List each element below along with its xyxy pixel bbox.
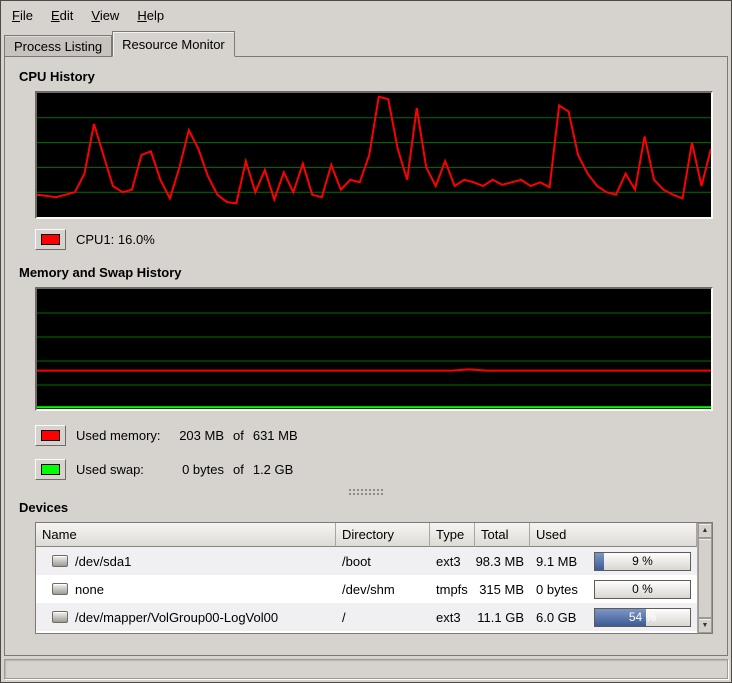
memory-color-swatch — [41, 430, 60, 441]
pane-resize-grip[interactable] — [349, 489, 383, 496]
table-row[interactable]: /dev/mapper/VolGroup00-LogVol00 / ext3 1… — [36, 603, 697, 631]
device-type: tmpfs — [430, 582, 475, 597]
cpu-history-chart — [35, 91, 713, 219]
disk-drive-icon — [52, 555, 68, 567]
tab-process-listing[interactable]: Process Listing — [4, 35, 112, 57]
menu-file[interactable]: File — [3, 4, 42, 27]
cpu-history-graph — [37, 93, 711, 217]
column-header-used[interactable]: Used — [530, 523, 697, 547]
devices-title: Devices — [19, 500, 715, 515]
disk-drive-icon — [52, 611, 68, 623]
memory-total-value: 631 MB — [253, 428, 298, 443]
devices-table-body: /dev/sda1 /boot ext3 98.3 MB 9.1 MB 9 % — [36, 547, 697, 633]
device-name: /dev/mapper/VolGroup00-LogVol00 — [75, 610, 278, 625]
column-header-directory[interactable]: Directory — [336, 523, 430, 547]
devices-table-header: Name Directory Type Total Used — [36, 523, 697, 547]
swap-color-button[interactable] — [35, 459, 66, 480]
cpu1-color-swatch — [41, 234, 60, 245]
progress-label: 54 % — [595, 609, 690, 626]
device-total: 315 MB — [475, 582, 530, 597]
menu-edit[interactable]: Edit — [42, 4, 82, 27]
table-row[interactable]: none /dev/shm tmpfs 315 MB 0 bytes 0 % — [36, 575, 697, 603]
progress-label: 9 % — [595, 553, 690, 570]
devices-table-main: Name Directory Type Total Used /dev/sda1… — [36, 523, 697, 633]
device-used: 9.1 MB — [536, 554, 594, 569]
menu-view[interactable]: View — [82, 4, 128, 27]
vertical-scrollbar[interactable]: ▲ ▼ — [697, 523, 712, 633]
column-header-type[interactable]: Type — [430, 523, 475, 547]
status-bar — [4, 659, 728, 679]
table-row[interactable]: /dev/sda1 /boot ext3 98.3 MB 9.1 MB 9 % — [36, 547, 697, 575]
menubar: File Edit View Help — [1, 1, 731, 29]
device-directory: /dev/shm — [336, 582, 430, 597]
device-type: ext3 — [430, 610, 475, 625]
disk-usage-progressbar: 54 % — [594, 608, 691, 627]
tab-resource-monitor[interactable]: Resource Monitor — [112, 31, 235, 57]
device-directory: /boot — [336, 554, 430, 569]
device-total: 98.3 MB — [475, 554, 530, 569]
memory-used-value: 203 MB — [172, 428, 224, 443]
resource-monitor-page: CPU History CPU1: 16.0% Memory and Swap … — [4, 56, 728, 656]
device-used: 0 bytes — [536, 582, 594, 597]
memory-color-button[interactable] — [35, 425, 66, 446]
device-directory: / — [336, 610, 430, 625]
memory-history-graph — [37, 289, 711, 409]
scroll-up-button[interactable]: ▲ — [698, 523, 712, 538]
progress-label: 0 % — [595, 581, 690, 598]
disk-usage-progressbar: 0 % — [594, 580, 691, 599]
scrollbar-thumb[interactable] — [698, 538, 712, 618]
swap-total-value: 1.2 GB — [253, 462, 293, 477]
swap-color-swatch — [41, 464, 60, 475]
memory-of-text: of — [233, 428, 244, 443]
column-header-name[interactable]: Name — [36, 523, 336, 547]
memory-legend-row: Used memory: 203 MB of 631 MB — [35, 421, 715, 449]
system-monitor-window: File Edit View Help Process Listing Reso… — [0, 0, 732, 683]
cpu1-legend-label: CPU1: 16.0% — [76, 232, 155, 247]
swap-legend-label: Used swap: — [76, 462, 172, 477]
scroll-down-button[interactable]: ▼ — [698, 618, 712, 633]
device-name: none — [75, 582, 104, 597]
tab-bar: Process Listing Resource Monitor — [1, 29, 731, 57]
device-used: 6.0 GB — [536, 610, 594, 625]
cpu1-color-button[interactable] — [35, 229, 66, 250]
column-header-total[interactable]: Total — [475, 523, 530, 547]
device-total: 11.1 GB — [475, 610, 530, 625]
swap-of-text: of — [233, 462, 244, 477]
disk-drive-icon — [52, 583, 68, 595]
memory-legend-label: Used memory: — [76, 428, 172, 443]
menu-help[interactable]: Help — [128, 4, 173, 27]
memory-history-chart — [35, 287, 713, 411]
devices-table: Name Directory Type Total Used /dev/sda1… — [35, 522, 713, 634]
swap-legend-row: Used swap: 0 bytes of 1.2 GB — [35, 455, 715, 483]
cpu-history-title: CPU History — [19, 69, 715, 84]
swap-used-value: 0 bytes — [172, 462, 224, 477]
cpu-legend: CPU1: 16.0% — [35, 225, 715, 253]
disk-usage-progressbar: 9 % — [594, 552, 691, 571]
device-type: ext3 — [430, 554, 475, 569]
memory-history-title: Memory and Swap History — [19, 265, 715, 280]
device-name: /dev/sda1 — [75, 554, 131, 569]
